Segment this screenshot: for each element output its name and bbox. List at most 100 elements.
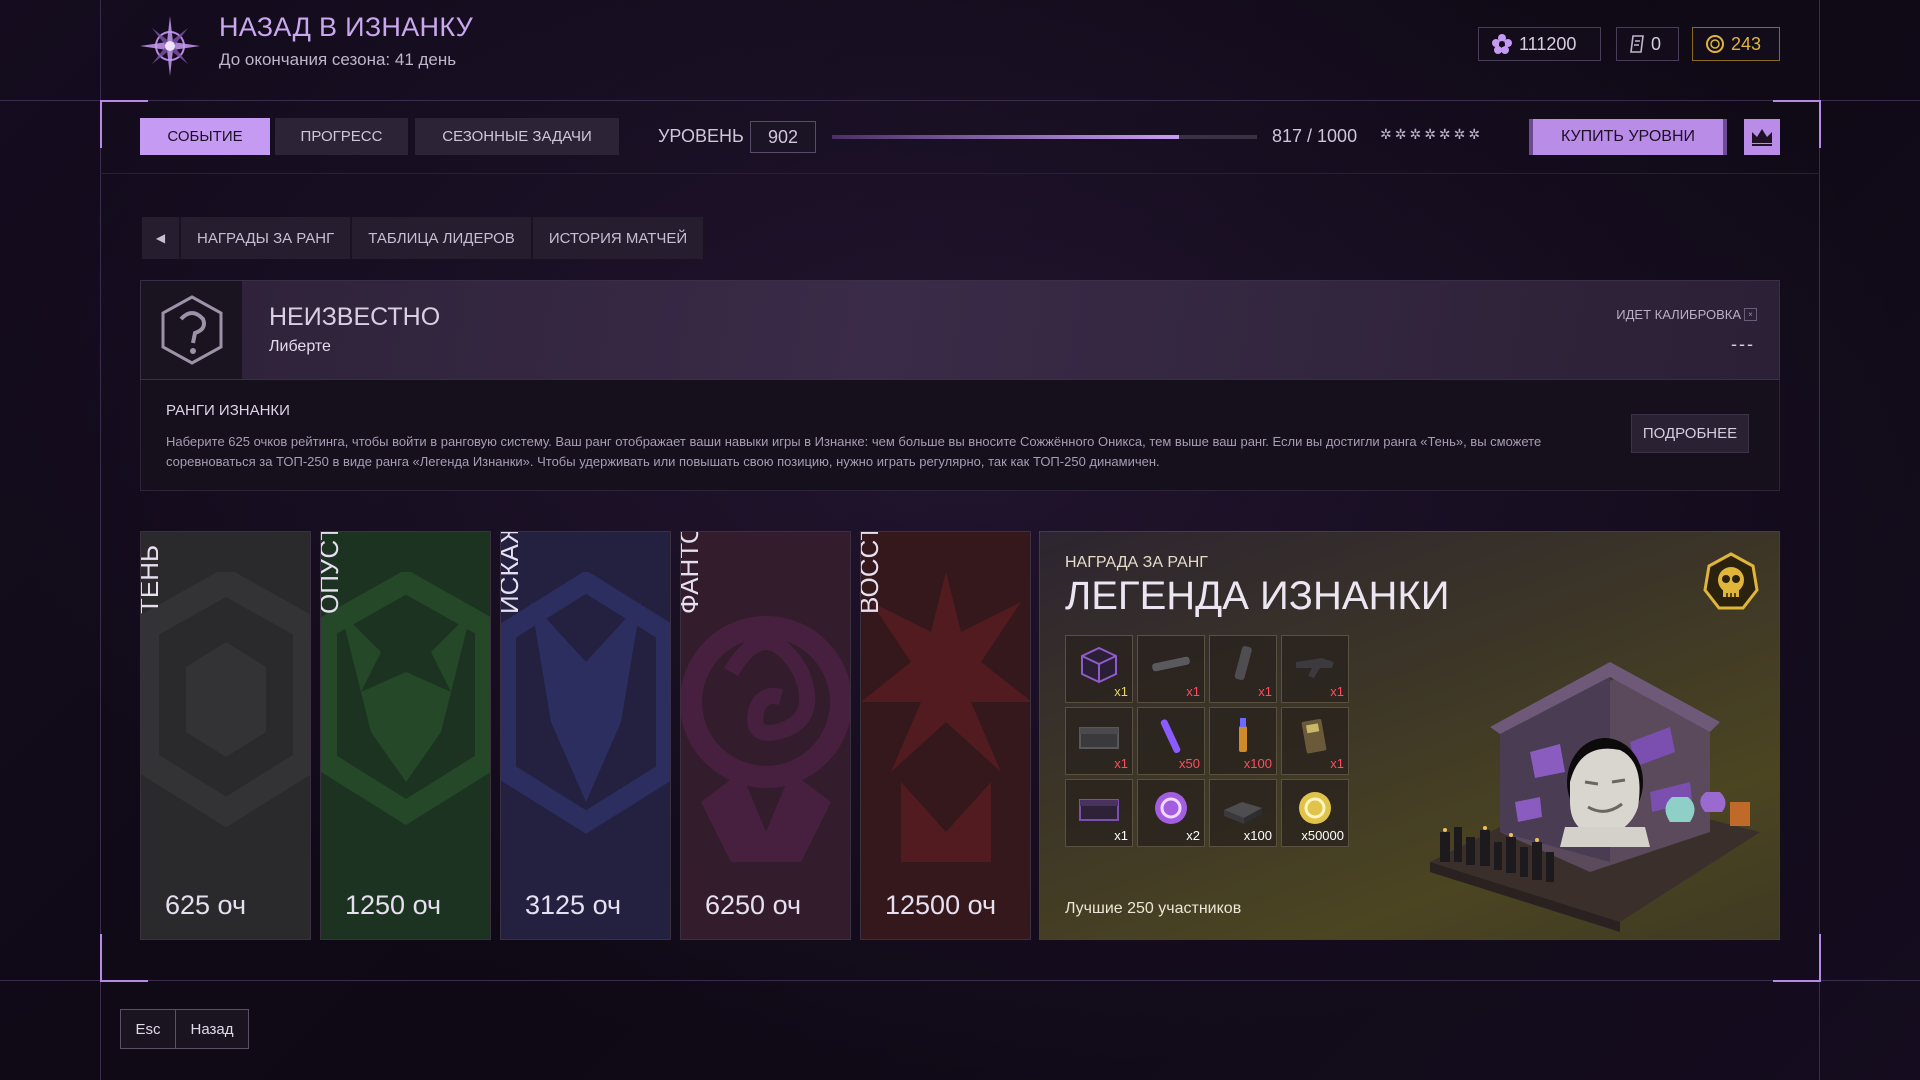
rank-points: 6250 оч: [705, 890, 802, 920]
calibration-info-icon[interactable]: ×: [1744, 308, 1757, 321]
rank-status-panel: НЕИЗВЕСТНО Либерте ИДЕТ КАЛИБРОВКА × ---: [140, 280, 1780, 380]
item-qty: x50: [1179, 756, 1200, 771]
back-arrow-button[interactable]: ◀: [142, 217, 179, 259]
reward-item[interactable]: x50: [1137, 707, 1205, 775]
tab-match-history[interactable]: ИСТОРИЯ МАТЧЕЙ: [532, 217, 704, 259]
ranks-info-title: РАНГИ ИЗНАНКИ: [166, 402, 290, 419]
rank-name: ТЕНЬ: [140, 544, 164, 614]
season-timer: До окончания сезона: 41 день: [219, 50, 457, 69]
rank-card-devastated[interactable]: ОПУСТОШЕННЫЙ 1250 оч: [320, 531, 491, 940]
purple-token-icon: [1155, 792, 1187, 824]
rank-title: НЕИЗВЕСТНО: [269, 303, 441, 331]
reward-item[interactable]: x1: [1065, 635, 1133, 703]
frame-line-right: [1819, 0, 1820, 1080]
rank-name: ОПУСТОШЕННЫЙ: [321, 532, 345, 614]
tab-rank-rewards[interactable]: НАГРАДЫ ЗА РАНГ: [181, 217, 351, 259]
unknown-rank-icon: [141, 281, 242, 379]
rank-placement: ---: [1731, 334, 1755, 354]
rank-emblem-risen-icon: [861, 572, 1030, 862]
reward-item[interactable]: x50000: [1281, 779, 1349, 847]
premium-crown-button[interactable]: [1744, 119, 1780, 155]
pipe-icon: [1152, 656, 1190, 672]
frame-corner-br: [1773, 934, 1821, 982]
frame-corner-bl: [100, 934, 148, 982]
reward-item[interactable]: x1: [1209, 635, 1277, 703]
back-label: Назад: [176, 1010, 248, 1048]
level-progress-fill: [832, 135, 1180, 139]
page-title: НАЗАД В ИЗНАНКУ: [219, 12, 474, 42]
rank-card-risen[interactable]: ВОССТАВШИЙ 12500 оч: [860, 531, 1031, 940]
reward-item[interactable]: x100: [1209, 707, 1277, 775]
reward-item[interactable]: x1: [1137, 635, 1205, 703]
rank-name: ВОССТАВШИЙ: [861, 532, 885, 614]
gold-token-icon: [1299, 792, 1331, 824]
glowstick-icon: [1160, 719, 1181, 754]
reward-item[interactable]: x1: [1065, 779, 1133, 847]
tab-leaderboard[interactable]: ТАБЛИЦА ЛИДЕРОВ: [352, 217, 531, 259]
crate-icon: [1079, 727, 1119, 749]
frame-line-bottom: [0, 980, 1920, 981]
more-info-button[interactable]: ПОДРОБНЕЕ: [1631, 414, 1749, 453]
ticket-icon: [1630, 35, 1644, 53]
reward-item[interactable]: x2: [1137, 779, 1205, 847]
item-qty: x1: [1330, 684, 1344, 699]
calibration-status: ИДЕТ КАЛИБРОВКА: [1616, 307, 1741, 322]
currency-gold-value: 243: [1731, 33, 1762, 54]
buy-levels-button[interactable]: КУПИТЬ УРОВНИ: [1529, 119, 1727, 155]
rank-points: 1250 оч: [345, 890, 442, 920]
frame-line-mid: [100, 173, 1820, 174]
level-label: УРОВЕНЬ: [658, 126, 744, 146]
rank-points: 625 оч: [165, 890, 247, 920]
rank-card-phantom[interactable]: ФАНТОМ 6250 оч: [680, 531, 851, 940]
reward-item[interactable]: x1: [1281, 707, 1349, 775]
flare-icon: [1239, 718, 1247, 752]
season-logo-icon: [138, 14, 202, 78]
reward-item[interactable]: x1: [1065, 707, 1133, 775]
rank-emblem-phantom-icon: [681, 616, 850, 862]
level-progress-bar: [832, 135, 1257, 139]
reward-title: ЛЕГЕНДА ИЗНАНКИ: [1065, 574, 1450, 618]
reward-item[interactable]: x1: [1281, 635, 1349, 703]
tab-progress[interactable]: ПРОГРЕСС: [275, 118, 408, 155]
weapon-icon: [1296, 658, 1334, 678]
ranks-info-panel: РАНГИ ИЗНАНКИ Наберите 625 очков рейтинг…: [140, 380, 1780, 491]
item-qty: x1: [1114, 684, 1128, 699]
legend-reward-panel: НАГРАДА ЗА РАНГ ЛЕГЕНДА ИЗНАНКИ x1 x1 x1…: [1039, 531, 1780, 940]
currency-flower-value: 111200: [1519, 33, 1577, 54]
tube-icon: [1234, 645, 1252, 681]
rank-emblem-devastated-icon: [321, 572, 490, 825]
currency-gold: 243: [1692, 27, 1780, 61]
item-qty: x2: [1186, 828, 1200, 843]
crown-icon: [1752, 129, 1772, 146]
legend-skull-emblem-icon: [1703, 552, 1759, 610]
reward-item[interactable]: x100: [1209, 779, 1277, 847]
tab-season-tasks[interactable]: СЕЗОННЫЕ ЗАДАЧИ: [415, 118, 619, 155]
currency-ticket: 0: [1616, 27, 1679, 61]
rank-points: 3125 оч: [525, 890, 622, 920]
purple-cube-icon: [1081, 646, 1117, 684]
gold-coin-icon: [1706, 35, 1724, 53]
item-qty: x1: [1114, 828, 1128, 843]
item-qty: x50000: [1301, 828, 1344, 843]
rank-emblem-distorted-icon: [501, 572, 670, 834]
legend-reward-shrine-image: [1430, 662, 1760, 932]
currency-ticket-value: 0: [1651, 33, 1662, 54]
ammo-box-icon: [1224, 802, 1262, 824]
ranks-info-text: Наберите 625 очков рейтинга, чтобы войти…: [166, 434, 1542, 469]
purple-case-icon: [1079, 799, 1119, 821]
rank-card-shadow[interactable]: ТЕНЬ 625 оч: [140, 531, 311, 940]
reward-items-grid: x1 x1 x1 x1 x1 x50 x100 x1 x1 x2 x100 x5…: [1065, 635, 1349, 847]
rank-card-distorted[interactable]: ИСКАЖЕННЫЙ 3125 оч: [500, 531, 671, 940]
tab-event[interactable]: СОБЫТИЕ: [140, 118, 270, 155]
rank-emblem-shadow-icon: [141, 572, 310, 828]
item-qty: x100: [1243, 756, 1272, 771]
item-qty: x1: [1258, 684, 1272, 699]
reward-small-title: НАГРАДА ЗА РАНГ: [1065, 554, 1208, 571]
item-qty: x1: [1114, 756, 1128, 771]
back-button[interactable]: Esc Назад: [120, 1009, 249, 1049]
item-qty: x100: [1243, 828, 1272, 843]
level-stars: ✲✲✲✲✲✲✲: [1380, 126, 1484, 142]
sub-tab-bar: ◀ НАГРАДЫ ЗА РАНГ ТАБЛИЦА ЛИДЕРОВ ИСТОРИ…: [142, 217, 706, 259]
item-qty: x1: [1186, 684, 1200, 699]
frame-corner-tr: [1773, 100, 1821, 148]
